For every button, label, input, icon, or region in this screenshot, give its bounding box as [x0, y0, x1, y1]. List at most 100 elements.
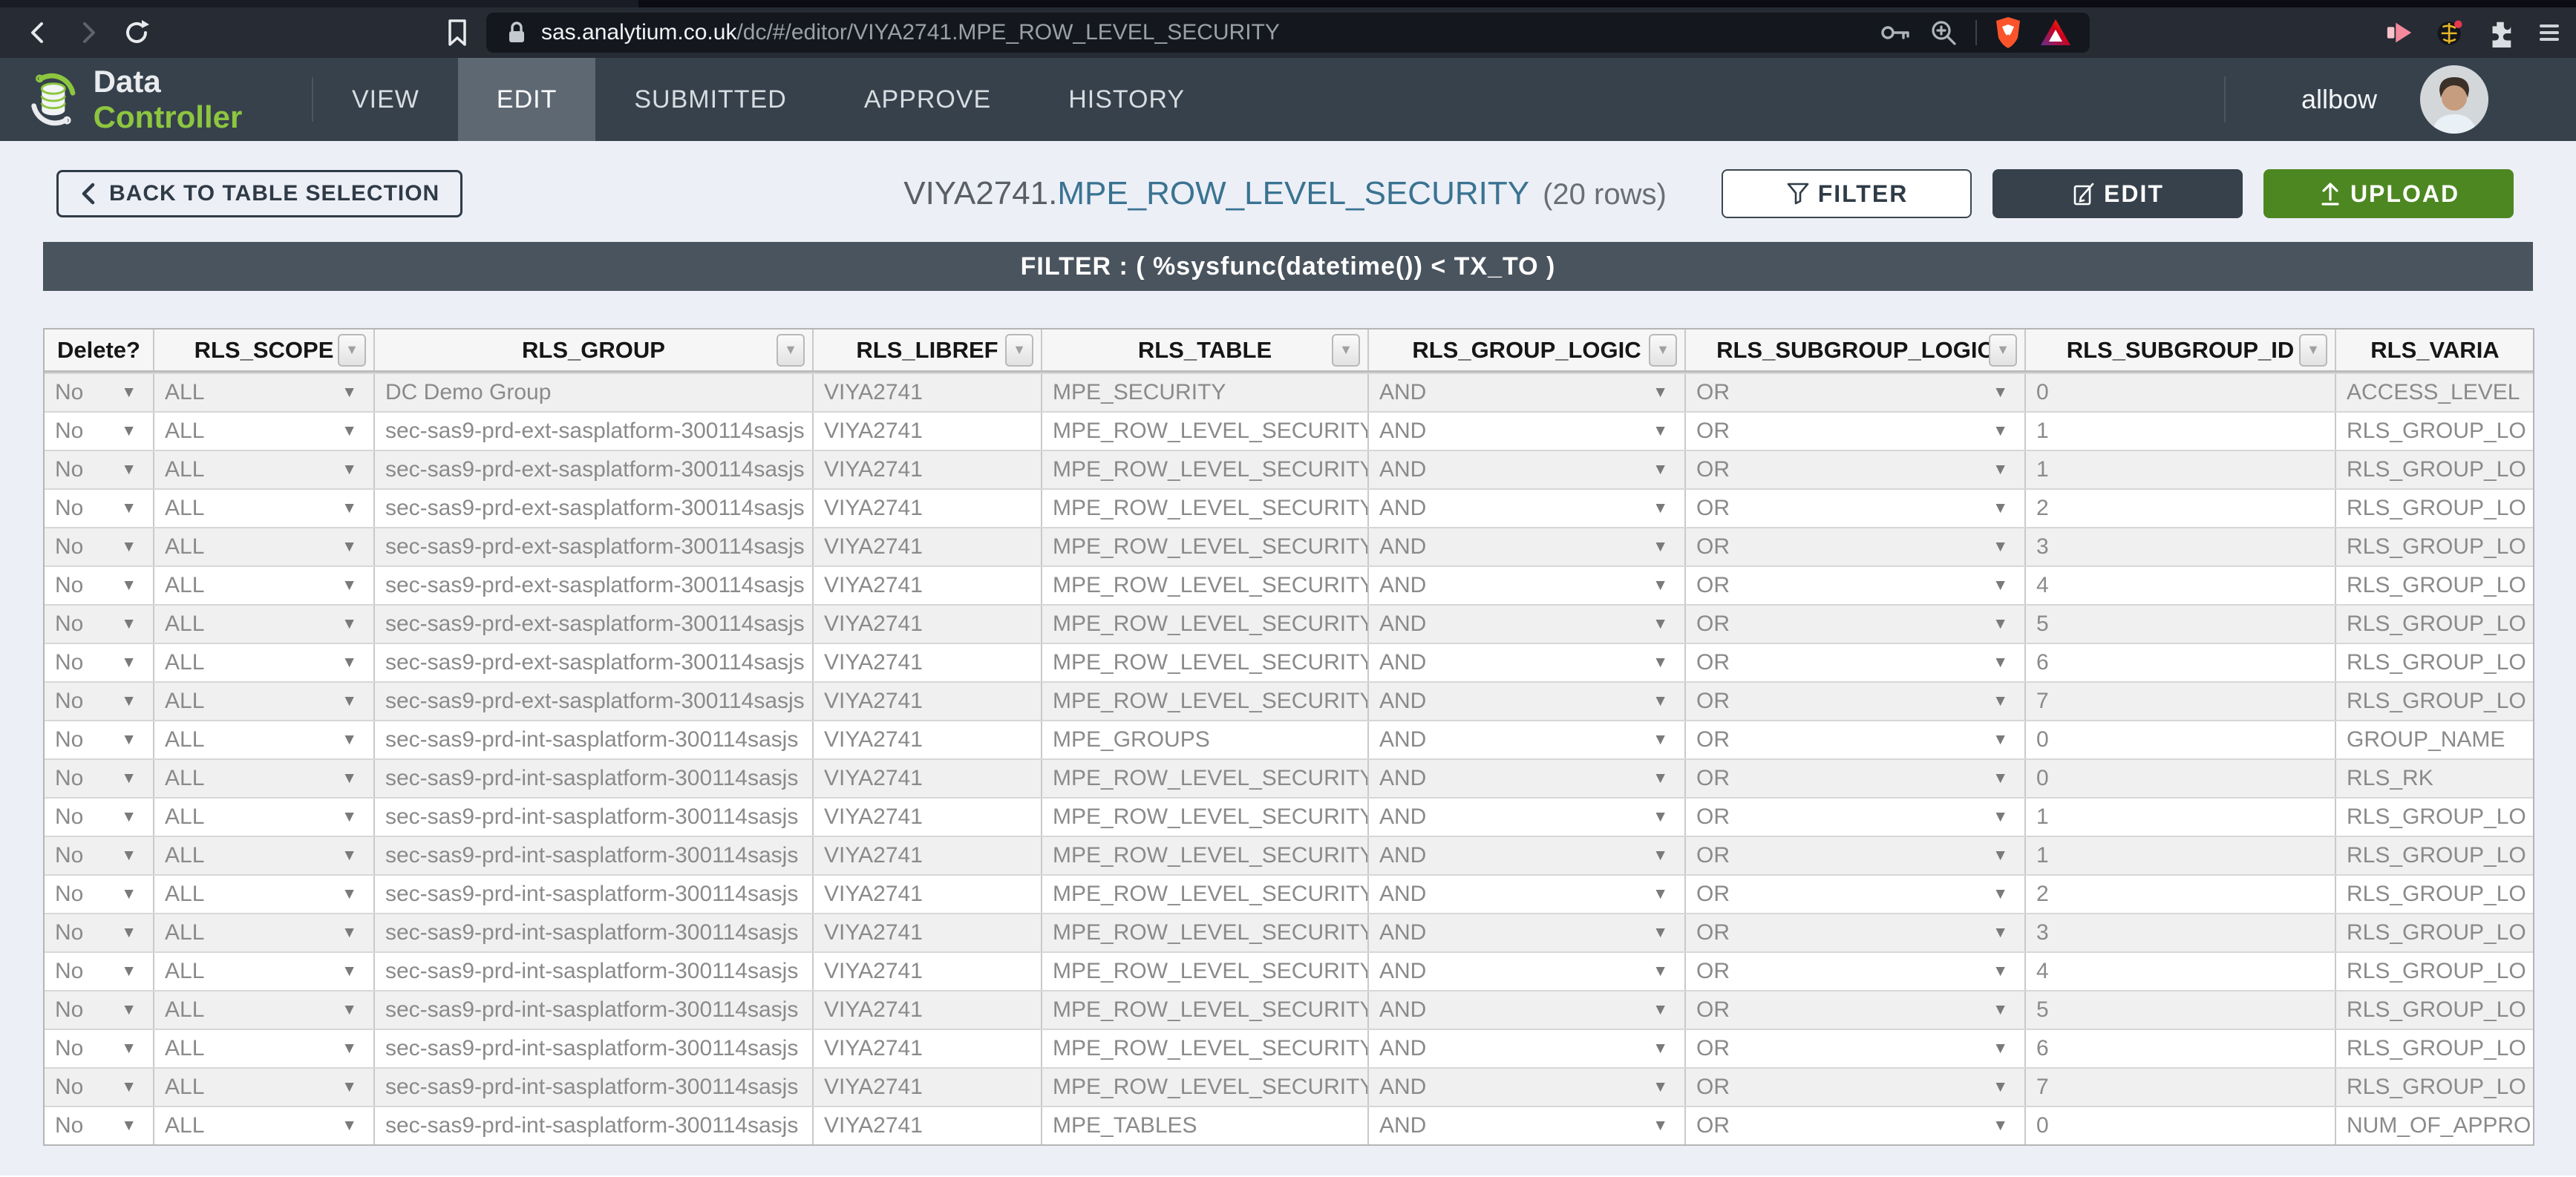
cell-rls_libref[interactable]: VIYA2741 [814, 451, 1042, 488]
cell-rls_group_logic[interactable]: AND ▼ [1369, 606, 1686, 643]
cell-rls_subgroup_logic[interactable]: OR ▼ [1686, 1107, 2026, 1144]
cell-rls_scope[interactable]: ALL ▼ [154, 876, 375, 913]
cell-rls_group_logic[interactable]: AND ▼ [1369, 567, 1686, 604]
cell-rls_subgroup_id[interactable]: 3 [2026, 528, 2336, 565]
cell-rls_group_logic[interactable]: AND ▼ [1369, 683, 1686, 720]
cell-rls_varia[interactable]: RLS_GROUP_LO [2336, 683, 2533, 720]
cell-rls_subgroup_id[interactable]: 2 [2026, 490, 2336, 527]
cell-rls_subgroup_logic[interactable]: OR ▼ [1686, 837, 2026, 874]
cell-rls_scope[interactable]: ALL ▼ [154, 683, 375, 720]
cell-delete?[interactable]: No ▼ [45, 606, 154, 643]
cell-rls_table[interactable]: MPE_ROW_LEVEL_SECURITY [1042, 914, 1369, 951]
nav-item-approve[interactable]: APPROVE [826, 58, 1030, 141]
cell-rls_group[interactable]: sec-sas9-prd-ext-sasplatform-300114sasjs [375, 413, 814, 450]
cell-rls_group_logic[interactable]: AND ▼ [1369, 837, 1686, 874]
cell-delete?[interactable]: No ▼ [45, 760, 154, 797]
cell-rls_varia[interactable]: RLS_GROUP_LO [2336, 644, 2533, 681]
cell-rls_table[interactable]: MPE_ROW_LEVEL_SECURITY [1042, 1069, 1369, 1106]
cell-rls_libref[interactable]: VIYA2741 [814, 413, 1042, 450]
cell-delete?[interactable]: No ▼ [45, 490, 154, 527]
cell-rls_table[interactable]: MPE_ROW_LEVEL_SECURITY [1042, 837, 1369, 874]
cell-rls_varia[interactable]: RLS_GROUP_LO [2336, 490, 2533, 527]
cell-rls_libref[interactable]: VIYA2741 [814, 606, 1042, 643]
cell-rls_group[interactable]: sec-sas9-prd-int-sasplatform-300114sasjs [375, 914, 814, 951]
cell-delete?[interactable]: No ▼ [45, 413, 154, 450]
cell-rls_subgroup_logic[interactable]: OR ▼ [1686, 760, 2026, 797]
cell-rls_scope[interactable]: ALL ▼ [154, 1107, 375, 1144]
cell-rls_subgroup_id[interactable]: 6 [2026, 1030, 2336, 1067]
cell-rls_table[interactable]: MPE_ROW_LEVEL_SECURITY [1042, 683, 1369, 720]
cell-rls_libref[interactable]: VIYA2741 [814, 567, 1042, 604]
cell-rls_group[interactable]: sec-sas9-prd-int-sasplatform-300114sasjs [375, 1030, 814, 1067]
bookmark-icon[interactable] [442, 18, 472, 47]
column-filter-button[interactable]: ▼ [2299, 333, 2327, 367]
cell-rls_group[interactable]: sec-sas9-prd-int-sasplatform-300114sasjs [375, 760, 814, 797]
cell-delete?[interactable]: No ▼ [45, 644, 154, 681]
column-filter-button[interactable]: ▼ [1332, 333, 1360, 367]
cell-rls_varia[interactable]: NUM_OF_APPRO [2336, 1107, 2533, 1144]
cell-delete?[interactable]: No ▼ [45, 451, 154, 488]
cell-rls_subgroup_logic[interactable]: OR ▼ [1686, 567, 2026, 604]
cell-rls_subgroup_id[interactable]: 5 [2026, 991, 2336, 1029]
cell-rls_scope[interactable]: ALL ▼ [154, 451, 375, 488]
cell-rls_table[interactable]: MPE_ROW_LEVEL_SECURITY [1042, 991, 1369, 1029]
cell-rls_varia[interactable]: RLS_GROUP_LO [2336, 451, 2533, 488]
cell-rls_scope[interactable]: ALL ▼ [154, 799, 375, 836]
cell-rls_subgroup_id[interactable]: 0 [2026, 1107, 2336, 1144]
cell-rls_group[interactable]: sec-sas9-prd-ext-sasplatform-300114sasjs [375, 606, 814, 643]
cell-rls_libref[interactable]: VIYA2741 [814, 953, 1042, 990]
cell-rls_scope[interactable]: ALL ▼ [154, 1069, 375, 1106]
column-filter-button[interactable]: ▼ [338, 333, 366, 367]
key-icon[interactable] [1879, 18, 1912, 47]
cell-rls_libref[interactable]: VIYA2741 [814, 760, 1042, 797]
cell-rls_table[interactable]: MPE_ROW_LEVEL_SECURITY [1042, 606, 1369, 643]
cell-rls_group[interactable]: sec-sas9-prd-int-sasplatform-300114sasjs [375, 837, 814, 874]
nav-item-submitted[interactable]: SUBMITTED [595, 58, 825, 141]
cell-rls_group_logic[interactable]: AND ▼ [1369, 451, 1686, 488]
nav-item-view[interactable]: VIEW [313, 58, 458, 141]
cell-rls_group_logic[interactable]: AND ▼ [1369, 374, 1686, 411]
cell-rls_group_logic[interactable]: AND ▼ [1369, 991, 1686, 1029]
browser-forward-icon[interactable] [73, 18, 102, 47]
cell-rls_table[interactable]: MPE_ROW_LEVEL_SECURITY [1042, 1030, 1369, 1067]
brave-shield-icon[interactable] [1993, 16, 2023, 50]
cell-rls_subgroup_id[interactable]: 1 [2026, 799, 2336, 836]
cell-rls_group_logic[interactable]: AND ▼ [1369, 644, 1686, 681]
cell-rls_subgroup_id[interactable]: 0 [2026, 760, 2336, 797]
cell-rls_table[interactable]: MPE_ROW_LEVEL_SECURITY [1042, 876, 1369, 913]
cell-rls_subgroup_logic[interactable]: OR ▼ [1686, 490, 2026, 527]
sidebar-toggle-icon[interactable] [2384, 18, 2414, 47]
cell-rls_group[interactable]: sec-sas9-prd-ext-sasplatform-300114sasjs [375, 644, 814, 681]
cell-rls_subgroup_logic[interactable]: OR ▼ [1686, 953, 2026, 990]
cell-delete?[interactable]: No ▼ [45, 567, 154, 604]
cell-rls_varia[interactable]: RLS_GROUP_LO [2336, 914, 2533, 951]
cell-delete?[interactable]: No ▼ [45, 683, 154, 720]
cell-rls_scope[interactable]: ALL ▼ [154, 567, 375, 604]
cell-rls_table[interactable]: MPE_ROW_LEVEL_SECURITY [1042, 451, 1369, 488]
cell-rls_group[interactable]: DC Demo Group [375, 374, 814, 411]
cell-rls_group_logic[interactable]: AND ▼ [1369, 528, 1686, 565]
cell-rls_varia[interactable]: ACCESS_LEVEL [2336, 374, 2533, 411]
cell-rls_subgroup_id[interactable]: 7 [2026, 1069, 2336, 1106]
cell-rls_table[interactable]: MPE_ROW_LEVEL_SECURITY [1042, 799, 1369, 836]
cell-rls_group_logic[interactable]: AND ▼ [1369, 1069, 1686, 1106]
cell-rls_libref[interactable]: VIYA2741 [814, 837, 1042, 874]
column-filter-button[interactable]: ▼ [1649, 333, 1677, 367]
brand-logo[interactable]: Data Controller [0, 58, 312, 141]
bat-icon[interactable] [2039, 17, 2072, 48]
cell-rls_group[interactable]: sec-sas9-prd-int-sasplatform-300114sasjs [375, 1069, 814, 1106]
cell-rls_table[interactable]: MPE_ROW_LEVEL_SECURITY [1042, 644, 1369, 681]
cell-rls_varia[interactable]: RLS_GROUP_LO [2336, 837, 2533, 874]
cell-delete?[interactable]: No ▼ [45, 528, 154, 565]
cell-rls_subgroup_id[interactable]: 0 [2026, 374, 2336, 411]
cell-rls_group[interactable]: sec-sas9-prd-ext-sasplatform-300114sasjs [375, 490, 814, 527]
cell-rls_group[interactable]: sec-sas9-prd-ext-sasplatform-300114sasjs [375, 528, 814, 565]
cell-rls_group_logic[interactable]: AND ▼ [1369, 760, 1686, 797]
cell-rls_subgroup_id[interactable]: 1 [2026, 837, 2336, 874]
cell-rls_subgroup_id[interactable]: 0 [2026, 721, 2336, 758]
cell-rls_group[interactable]: sec-sas9-prd-int-sasplatform-300114sasjs [375, 953, 814, 990]
cell-rls_subgroup_logic[interactable]: OR ▼ [1686, 876, 2026, 913]
cell-delete?[interactable]: No ▼ [45, 876, 154, 913]
cell-rls_varia[interactable]: GROUP_NAME [2336, 721, 2533, 758]
nav-item-edit[interactable]: EDIT [457, 58, 596, 141]
